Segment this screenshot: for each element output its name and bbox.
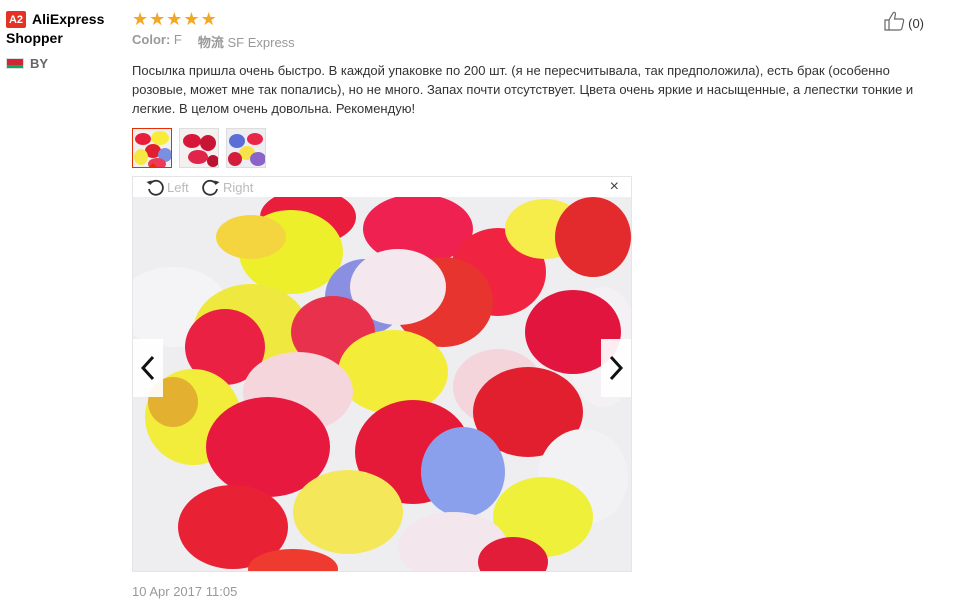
review-date: 10 Apr 2017 11:05 [132,584,238,599]
close-viewer-button[interactable]: × [610,179,619,195]
thumbnail-image [180,129,218,167]
country-code: BY [30,56,49,71]
reviewer-name-line1: AliExpress [32,11,105,27]
star-icon: ★ [149,9,166,29]
shipping-info: 物流 SF Express [198,32,295,51]
reviewer-name[interactable]: AliExpress [32,10,104,29]
star-icon: ★ [200,9,217,29]
star-rating: ★ ★ ★ ★ ★ [132,10,932,28]
shipping-value: SF Express [227,35,295,50]
rose-petals-image [133,197,631,571]
photo-thumbnail[interactable] [179,128,219,168]
thumbnail-image [227,129,265,167]
rotate-left-button[interactable]: Left [145,177,189,197]
chevron-left-icon [140,355,155,381]
review-content: ★ ★ ★ ★ ★ Color: F 物流 SF Express Посылка… [132,10,932,599]
thumbnail-image [133,129,171,167]
belarus-flag-icon [6,58,24,69]
reviewer-country: BY [6,56,121,71]
reviewer-info: A2 AliExpress Shopper BY [6,10,121,71]
photo-thumbnail[interactable] [226,128,266,168]
review-photo [133,197,631,571]
previous-photo-button[interactable] [133,339,163,397]
viewer-toolbar: Left Right × [133,177,631,197]
photo-thumbnail[interactable] [132,128,172,168]
color-value: F [173,32,182,47]
rotate-right-button[interactable]: Right [201,177,253,197]
rotate-left-icon [146,179,164,196]
reviewer-name-line2: Shopper [6,30,63,46]
review-text: Посылка пришла очень быстро. В каждой уп… [132,63,914,116]
rotate-right-icon [202,179,220,196]
star-icon: ★ [183,9,200,29]
star-icon: ★ [166,9,183,29]
color-label: Color: [132,32,171,47]
color-info: Color: F [132,32,182,51]
rotate-left-label: Left [167,179,189,195]
shipping-label: 物流 [197,35,224,50]
rotate-right-label: Right [223,179,254,195]
user-level-badge: A2 [6,11,26,28]
order-info: Color: F 物流 SF Express [132,32,932,51]
photo-thumbnails [132,128,932,168]
photo-viewer: Left Right × [132,176,632,572]
chevron-right-icon [609,355,624,381]
reviewer-header: A2 AliExpress [6,10,121,29]
star-icon: ★ [132,9,149,29]
next-photo-button[interactable] [601,339,631,397]
